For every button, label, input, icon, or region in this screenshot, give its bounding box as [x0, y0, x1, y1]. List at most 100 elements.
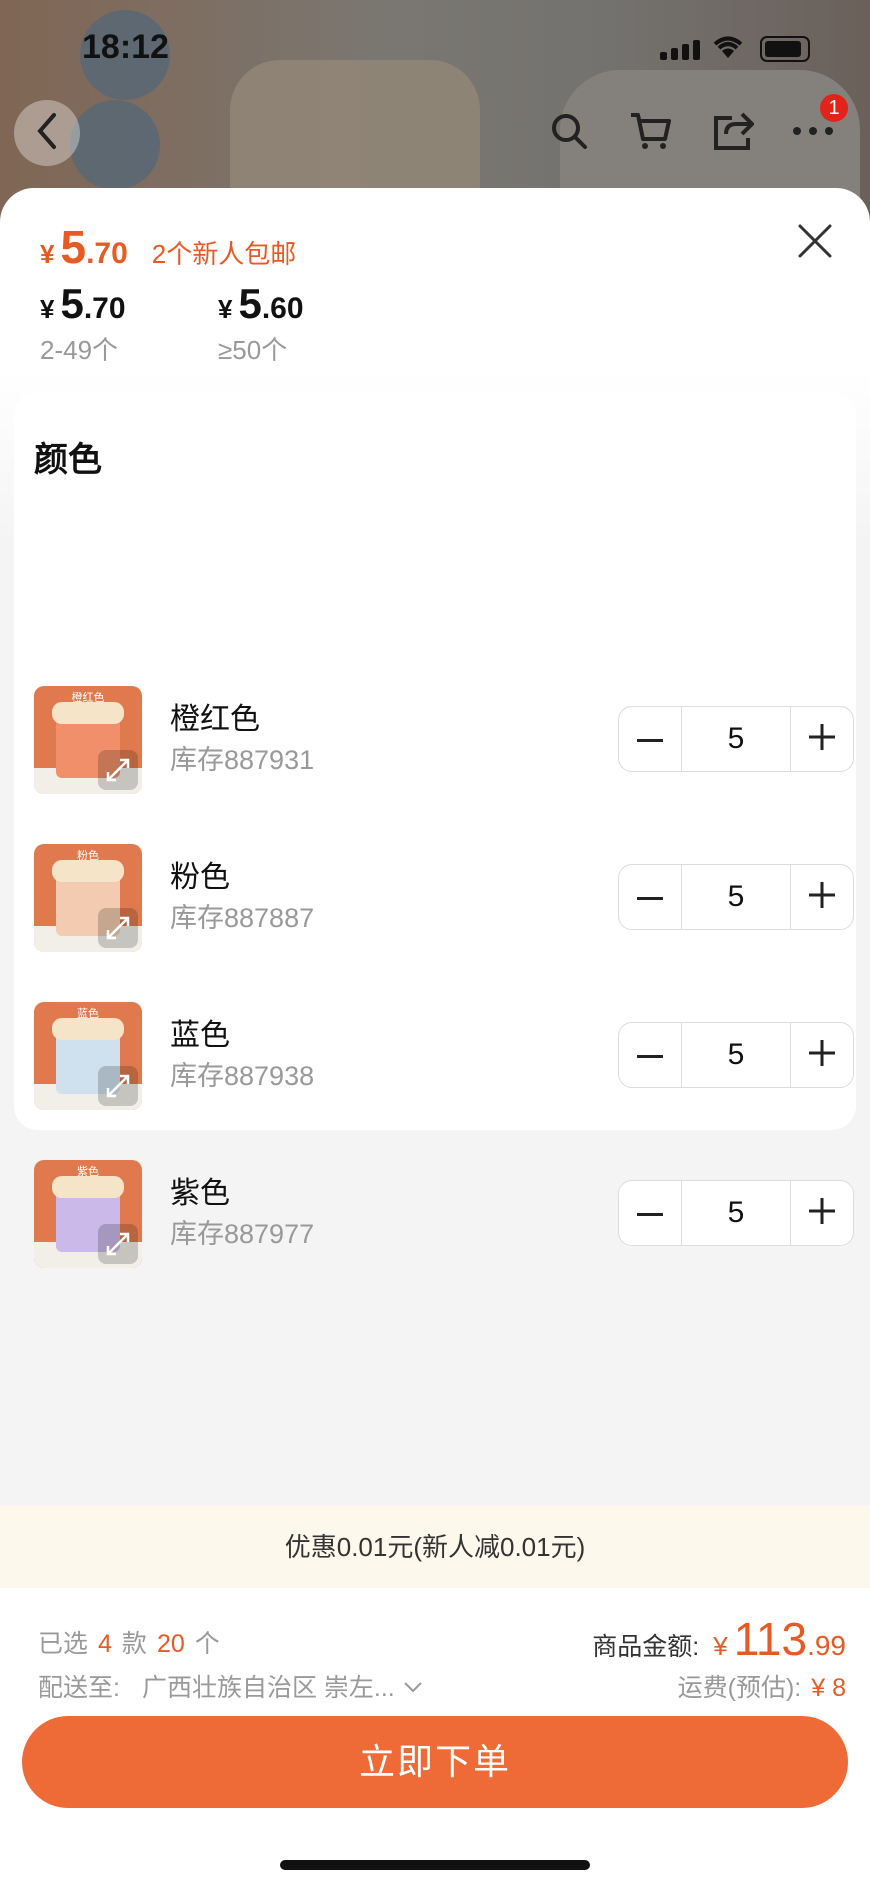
price-tier-1: ¥5.70 2-49个	[40, 280, 126, 367]
currency-symbol: ¥	[40, 239, 55, 269]
freight-label: 运费(预估):	[677, 1674, 802, 1702]
styles-count: 4	[98, 1630, 112, 1658]
thumb-label: 橙红色	[71, 692, 105, 704]
home-indicator	[280, 1860, 590, 1870]
status-time: 18:12	[82, 28, 169, 66]
amount-label: 商品金额:	[592, 1633, 700, 1661]
quantity-value[interactable]: 5	[681, 865, 791, 929]
plus-icon	[809, 881, 835, 913]
variant-stock: 库存887931	[170, 745, 315, 775]
currency-symbol: ¥	[218, 294, 233, 324]
quantity-stepper: 5	[618, 706, 854, 772]
promo-text: 2个新人包邮	[151, 239, 297, 269]
chevron-left-icon	[32, 111, 62, 156]
price-tier-2: ¥5.60 ≥50个	[218, 280, 304, 367]
variant-item-purple[interactable]: 紫色 紫色 库存887977 5	[34, 1160, 854, 1270]
variant-stock: 库存887977	[170, 1219, 315, 1249]
freight-estimate: 运费(预估): ¥ 8	[678, 1668, 846, 1704]
tier-quantity: 2-49个	[40, 335, 119, 365]
discount-banner: 优惠0.01元(新人减0.01元)	[0, 1506, 870, 1588]
close-icon	[792, 224, 838, 268]
quantity-value[interactable]: 5	[681, 1023, 791, 1087]
price-integer: 5	[60, 221, 87, 273]
tier-price-integer: 5	[60, 280, 84, 327]
chevron-down-icon	[403, 1672, 423, 1701]
notification-badge: 1	[820, 94, 848, 122]
status-bar: 18:12	[0, 0, 870, 90]
quantity-stepper: 5	[618, 1022, 854, 1088]
price-decimal: .70	[86, 237, 128, 270]
color-options-panel: 颜色 橙红色 橙红色 库存887931 5 粉色 粉色 库存887887 5 蓝…	[14, 392, 856, 1268]
decrease-button[interactable]	[619, 1023, 681, 1087]
battery-icon	[760, 36, 810, 62]
styles-unit: 款	[121, 1630, 147, 1658]
variant-name: 蓝色	[170, 1019, 230, 1052]
amount-currency: ¥	[713, 1631, 728, 1661]
increase-button[interactable]	[791, 1023, 853, 1087]
current-price: ¥ 5 .70 2个新人包邮	[40, 220, 296, 274]
currency-symbol: ¥	[40, 294, 55, 324]
more-dots-icon	[791, 124, 835, 142]
quantity-value[interactable]: 5	[681, 1181, 791, 1245]
items-count: 20	[156, 1630, 185, 1658]
plus-icon	[809, 1039, 835, 1071]
thumb-label: 紫色	[77, 1166, 99, 1178]
shipping-address[interactable]: 配送至: 广西壮族自治区 崇左...	[38, 1668, 423, 1704]
increase-button[interactable]	[791, 865, 853, 929]
back-button[interactable]	[14, 100, 80, 166]
minus-icon	[637, 888, 663, 906]
share-button[interactable]	[700, 100, 766, 166]
signal-icon	[660, 40, 700, 60]
tier-quantity: ≥50个	[218, 335, 288, 365]
order-footer: 已选 4 款 20 个 商品金额: ¥ 113 .99 配送至: 广西壮族自治区 崇左.…	[0, 1588, 870, 1883]
total-amount: 商品金额: ¥ 113 .99	[592, 1612, 846, 1666]
tier-price-decimal: .60	[261, 292, 304, 325]
variant-item-pink[interactable]: 粉色 粉色 库存887887 5	[34, 844, 854, 954]
variant-thumbnail[interactable]: 粉色	[34, 844, 142, 952]
cart-icon	[629, 111, 673, 156]
more-button[interactable]: 1	[780, 94, 848, 166]
minus-icon	[637, 1046, 663, 1064]
close-button[interactable]	[792, 218, 838, 264]
variant-name: 橙红色	[170, 703, 260, 736]
variant-item-orange-red[interactable]: 橙红色 橙红色 库存887931 5	[34, 686, 854, 796]
plus-icon	[809, 723, 835, 755]
minus-icon	[637, 1204, 663, 1222]
freight-value: ¥ 8	[811, 1674, 846, 1702]
variant-item-blue[interactable]: 蓝色 蓝色 库存887938 5	[34, 1002, 854, 1112]
quantity-value[interactable]: 5	[681, 707, 791, 771]
cart-button[interactable]	[618, 100, 684, 166]
variant-thumbnail[interactable]: 蓝色	[34, 1002, 142, 1110]
tier-price-decimal: .70	[83, 292, 126, 325]
expand-icon[interactable]	[98, 1224, 138, 1264]
variant-stock: 库存887938	[170, 1061, 315, 1091]
share-icon	[712, 110, 755, 157]
decrease-button[interactable]	[619, 707, 681, 771]
thumb-label: 粉色	[77, 850, 99, 862]
panel-title: 颜色	[34, 441, 102, 479]
amount-decimal: .99	[807, 1630, 846, 1661]
quantity-stepper: 5	[618, 1180, 854, 1246]
search-icon	[549, 111, 589, 156]
selected-prefix: 已选	[38, 1630, 89, 1658]
items-unit: 个	[194, 1630, 220, 1658]
place-order-button[interactable]: 立即下单	[22, 1716, 848, 1808]
expand-icon[interactable]	[98, 908, 138, 948]
decrease-button[interactable]	[619, 1181, 681, 1245]
quantity-stepper: 5	[618, 864, 854, 930]
search-button[interactable]	[536, 100, 602, 166]
decrease-button[interactable]	[619, 865, 681, 929]
increase-button[interactable]	[791, 1181, 853, 1245]
increase-button[interactable]	[791, 707, 853, 771]
variant-stock: 库存887887	[170, 903, 315, 933]
expand-icon[interactable]	[98, 750, 138, 790]
variant-thumbnail[interactable]: 橙红色	[34, 686, 142, 794]
selection-summary: 已选 4 款 20 个	[38, 1624, 220, 1660]
variant-thumbnail[interactable]: 紫色	[34, 1160, 142, 1268]
expand-icon[interactable]	[98, 1066, 138, 1106]
variant-name: 紫色	[170, 1177, 230, 1210]
wifi-icon	[710, 34, 746, 65]
ship-label: 配送至:	[38, 1674, 120, 1702]
tier-price-integer: 5	[238, 280, 262, 327]
minus-icon	[637, 730, 663, 748]
